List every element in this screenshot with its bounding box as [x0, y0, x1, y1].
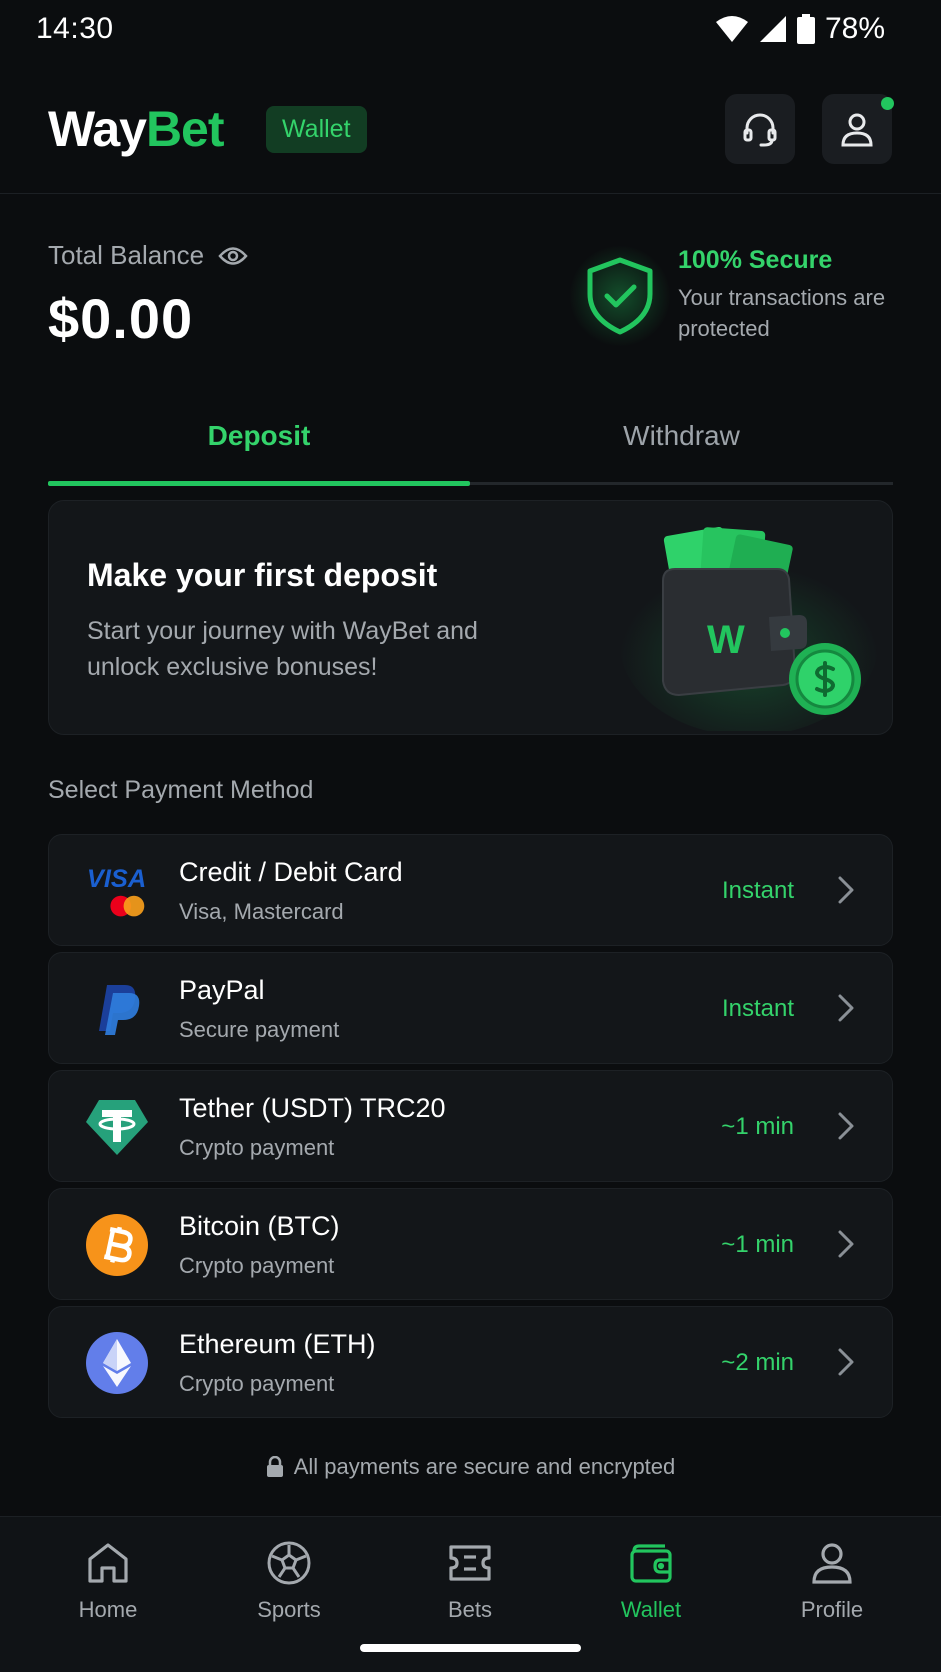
wallet-icon: [630, 1544, 672, 1583]
payment-method-subtitle: Visa, Mastercard: [179, 899, 344, 924]
ethereum-icon: [85, 1331, 149, 1395]
battery-icon: [796, 14, 815, 44]
shield-check-icon: [587, 257, 653, 335]
nav-label: Bets: [447, 1597, 493, 1622]
wallet-money-illustration: W: [619, 526, 879, 731]
balance-amount: $0.00: [48, 287, 194, 350]
secure-payments-note: All payments are secure and encrypted: [0, 1454, 941, 1480]
payment-method-time: ~1 min: [721, 1231, 794, 1258]
nav-label: Home: [78, 1597, 138, 1622]
first-deposit-card[interactable]: Make your first deposit Start your journ…: [48, 500, 893, 735]
payment-method-subtitle: Crypto payment: [179, 1371, 335, 1396]
ticket-icon: [449, 1545, 491, 1581]
nav-profile[interactable]: Profile: [762, 1539, 902, 1623]
soccer-ball-icon: [267, 1541, 311, 1585]
app-header: WayBet Wallet: [0, 60, 941, 194]
payment-method-paypal[interactable]: PayPal Secure payment Instant: [48, 952, 893, 1064]
signal-icon: [759, 16, 786, 42]
visa-wordmark: VISA: [87, 865, 146, 893]
chevron-right-icon: [838, 1348, 854, 1376]
wifi-icon: [715, 16, 748, 42]
chevron-right-icon: [838, 1230, 854, 1258]
lock-icon: [266, 1456, 283, 1477]
tab-active-indicator: [48, 481, 470, 486]
wallet-badge: Wallet: [266, 106, 367, 153]
secure-note-text: All payments are secure and encrypted: [293, 1454, 676, 1479]
nav-label: Profile: [800, 1597, 864, 1622]
payment-method-time: ~2 min: [721, 1349, 794, 1376]
secure-title: 100% Secure: [678, 246, 833, 274]
promo-title: Make your first deposit: [87, 557, 438, 593]
payment-method-time: Instant: [721, 877, 794, 904]
profile-button[interactable]: [822, 94, 894, 164]
payment-method-label: Select Payment Method: [48, 776, 314, 804]
eye-icon[interactable]: [218, 245, 248, 267]
nav-label: Wallet: [620, 1597, 682, 1622]
home-indicator[interactable]: [360, 1644, 581, 1652]
payment-method-name: Credit / Debit Card: [179, 857, 403, 887]
payment-method-subtitle: Crypto payment: [179, 1135, 335, 1160]
balance-label-text: Total Balance: [48, 240, 205, 270]
status-bar: 14:30 78%: [0, 0, 941, 60]
paypal-icon: [85, 977, 149, 1041]
tab-withdraw[interactable]: Withdraw: [470, 420, 893, 452]
status-icons: 78%: [715, 12, 885, 46]
nav-bets[interactable]: Bets: [400, 1539, 540, 1623]
secure-shield: [570, 246, 670, 346]
payment-method-bitcoin[interactable]: Bitcoin (BTC) Crypto payment ~1 min: [48, 1188, 893, 1300]
nav-home[interactable]: Home: [38, 1539, 178, 1623]
payment-method-card[interactable]: VISA Credit / Debit Card Visa, Mastercar…: [48, 834, 893, 946]
payment-method-name: Bitcoin (BTC): [179, 1211, 340, 1241]
nav-label: Sports: [257, 1597, 321, 1622]
tab-deposit[interactable]: Deposit: [48, 420, 470, 452]
chevron-right-icon: [838, 994, 854, 1022]
secure-description: Your transactions are protected: [678, 285, 886, 341]
logo-way: Way: [48, 101, 147, 157]
wallet-logo-letter: W: [707, 618, 745, 662]
nav-sports[interactable]: Sports: [219, 1539, 359, 1623]
battery-percent: 78%: [824, 12, 885, 45]
deposit-withdraw-tabs: Deposit Withdraw: [48, 408, 893, 488]
home-icon: [88, 1543, 128, 1583]
total-balance-label: Total Balance: [48, 240, 248, 271]
payment-method-name: PayPal: [179, 975, 265, 1005]
user-icon: [812, 1543, 852, 1584]
payment-method-list: VISA Credit / Debit Card Visa, Mastercar…: [48, 834, 893, 1424]
payment-method-subtitle: Secure payment: [179, 1017, 340, 1042]
promo-description: Start your journey with WayBet and unloc…: [87, 617, 478, 681]
waybet-logo[interactable]: WayBet: [48, 101, 225, 157]
bitcoin-icon: [85, 1213, 149, 1277]
payment-method-ethereum[interactable]: Ethereum (ETH) Crypto payment ~2 min: [48, 1306, 893, 1418]
nav-wallet[interactable]: Wallet: [581, 1539, 721, 1623]
payment-method-time: Instant: [721, 995, 794, 1022]
tether-icon: [85, 1095, 149, 1159]
payment-method-time: ~1 min: [721, 1113, 794, 1140]
payment-method-name: Tether (USDT) TRC20: [179, 1093, 446, 1123]
payment-method-name: Ethereum (ETH): [179, 1329, 376, 1359]
logo-bet: Bet: [145, 101, 225, 157]
visa-mastercard-icon: VISA: [85, 859, 149, 923]
payment-method-tether[interactable]: Tether (USDT) TRC20 Crypto payment ~1 mi…: [48, 1070, 893, 1182]
chevron-right-icon: [838, 876, 854, 904]
support-button[interactable]: [725, 94, 795, 164]
chevron-right-icon: [838, 1112, 854, 1140]
user-icon: [841, 113, 873, 147]
notification-dot: [881, 97, 894, 110]
payment-method-subtitle: Crypto payment: [179, 1253, 335, 1278]
headset-icon: [743, 113, 777, 147]
status-time: 14:30: [36, 12, 114, 45]
